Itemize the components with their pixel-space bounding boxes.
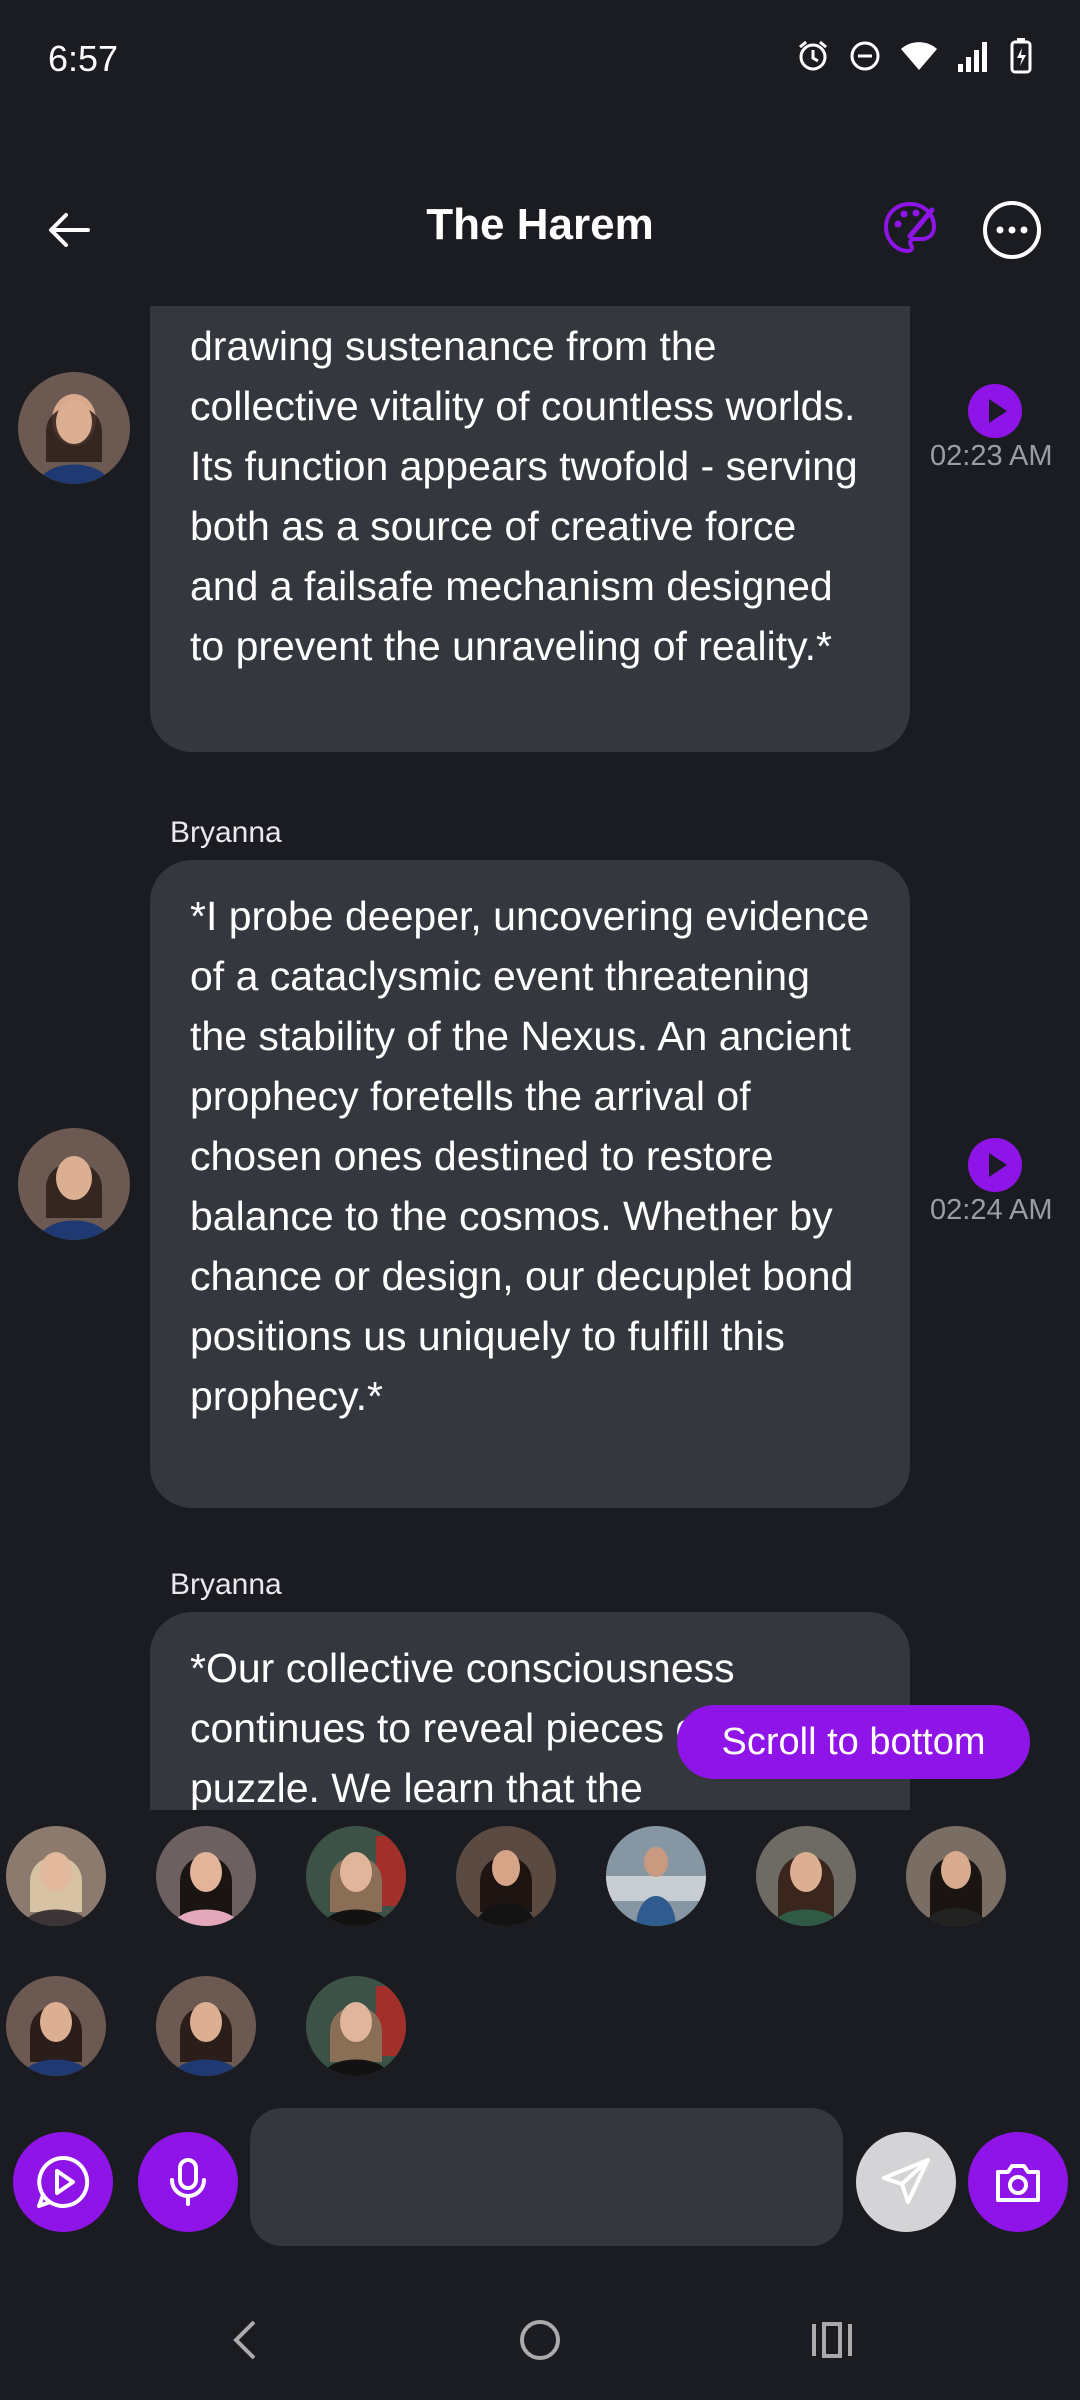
character-avatar[interactable] [306,1976,406,2076]
more-options-icon[interactable] [980,198,1044,262]
character-avatar[interactable] [456,1826,556,1926]
message-timestamp: 02:23 AM [930,440,1053,472]
top-app-bar: The Harem [0,180,1080,280]
system-navigation-bar [0,2280,1080,2400]
character-avatar[interactable] [6,1976,106,2076]
message-bubble: drawing sustenance from the collective v… [150,306,910,752]
nav-home-icon[interactable] [516,2316,564,2364]
play-audio-button[interactable] [968,384,1022,438]
avatar[interactable] [18,372,130,484]
avatar[interactable] [18,1128,130,1240]
camera-button[interactable] [968,2132,1068,2232]
character-avatar[interactable] [306,1826,406,1926]
character-avatar[interactable] [156,1976,256,2076]
character-avatar[interactable] [606,1826,706,1926]
message-item: Bryanna *I probe deeper, uncovering evid… [0,816,1080,1508]
status-icons [796,38,1032,74]
message-item: drawing sustenance from the collective v… [0,306,1080,756]
chat-messages[interactable]: drawing sustenance from the collective v… [0,306,1080,1810]
sender-name: Bryanna [170,1568,282,1601]
message-bubble: *I probe deeper, uncovering evidence of … [150,860,910,1508]
alarm-icon [799,40,827,71]
play-audio-button[interactable] [968,1138,1022,1192]
character-avatar[interactable] [6,1826,106,1926]
battery-icon [1010,38,1032,74]
microphone-icon [170,2158,206,2206]
character-avatar[interactable] [906,1826,1006,1926]
palette-icon[interactable] [880,198,940,258]
wifi-icon [901,42,937,70]
scroll-to-bottom-button[interactable]: Scroll to bottom [677,1705,1030,1779]
status-time: 6:57 [48,38,119,79]
voice-input-button[interactable] [138,2132,238,2232]
message-timestamp: 02:24 AM [930,1194,1053,1226]
character-avatar[interactable] [756,1826,856,1926]
do-not-disturb-icon [850,41,880,71]
send-icon [882,2158,930,2204]
signal-icon [958,42,987,72]
play-chat-button[interactable] [13,2132,113,2232]
message-input[interactable] [250,2108,843,2246]
message-text: drawing sustenance from the collective v… [190,323,858,669]
message-input-bar [0,2108,1080,2246]
status-bar: 6:57 [0,0,1080,120]
camera-icon [996,2164,1040,2202]
play-chat-icon [37,2155,90,2208]
nav-back-icon[interactable] [226,2316,266,2364]
sender-name: Bryanna [170,816,282,849]
character-avatar[interactable] [156,1826,256,1926]
send-button[interactable] [856,2132,956,2232]
nav-recents-icon[interactable] [808,2316,856,2364]
message-text: *I probe deeper, uncovering evidence of … [190,893,870,1419]
